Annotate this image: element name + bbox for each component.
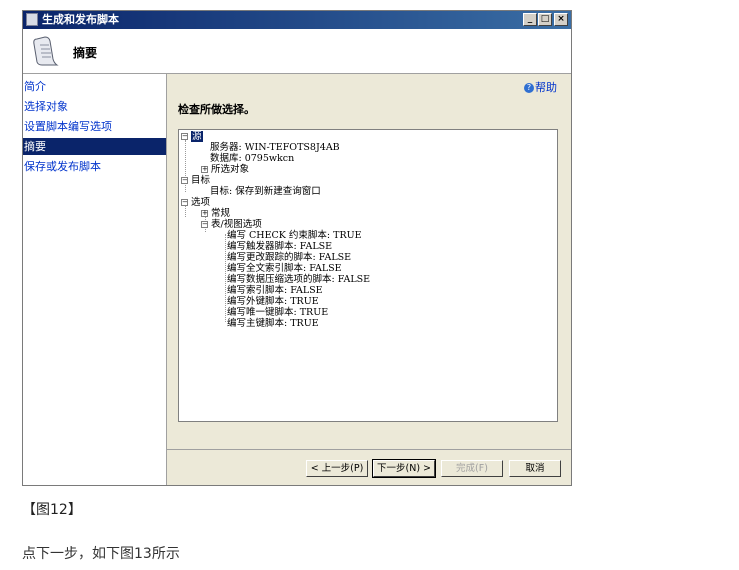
next-button[interactable]: 下一步(N) > — [372, 459, 436, 478]
window-title: 生成和发布脚本 — [42, 13, 119, 26]
tree-leaf: 编写外键脚本: TRUE — [227, 296, 319, 307]
tree-node-server: 服务器: WIN-TEFOTS8J4AB — [210, 142, 340, 153]
wizard-window: 生成和发布脚本 _ □ × 摘要 简介 选择对象 设置脚本编写选项 摘要 保存或… — [22, 10, 572, 486]
tree-leaf: 编写数据压缩选项的脚本: FALSE — [227, 274, 371, 285]
sidebar-item-save-or-publish[interactable]: 保存或发布脚本 — [23, 158, 166, 175]
tree-node-label: 源 — [191, 131, 203, 142]
title-bar[interactable]: 生成和发布脚本 _ □ × — [23, 11, 571, 29]
figure-caption: 【图12】 — [22, 502, 82, 518]
tree-node-target-detail: 目标: 保存到新建查询窗口 — [210, 186, 321, 197]
finish-button[interactable]: 完成(F) — [441, 460, 503, 477]
help-link[interactable]: ? 帮助 — [524, 79, 557, 95]
sidebar-item-intro[interactable]: 简介 — [23, 78, 166, 95]
header-band: 摘要 — [23, 29, 571, 74]
tree-leaf: 编写更改跟踪的脚本: FALSE — [227, 252, 352, 263]
tree-node-general[interactable]: + 常规 — [201, 208, 230, 219]
close-button[interactable]: × — [554, 13, 568, 26]
sidebar: 简介 选择对象 设置脚本编写选项 摘要 保存或发布脚本 — [23, 74, 167, 485]
sidebar-item-choose-objects[interactable]: 选择对象 — [23, 98, 166, 115]
tree-node-target[interactable]: − 目标 — [181, 175, 210, 186]
page-title: 摘要 — [73, 46, 98, 60]
footer-divider — [166, 449, 571, 450]
sidebar-item-summary[interactable]: 摘要 — [23, 138, 166, 155]
tree-node-options[interactable]: − 选项 — [181, 197, 210, 208]
prev-button[interactable]: < 上一步(P) — [306, 460, 368, 477]
help-icon: ? — [524, 83, 534, 93]
cancel-button[interactable]: 取消 — [509, 460, 561, 477]
tree-leaf: 编写主键脚本: TRUE — [227, 318, 319, 329]
sidebar-item-scripting-options[interactable]: 设置脚本编写选项 — [23, 118, 166, 135]
tree-node-selected-objects[interactable]: + 所选对象 — [201, 164, 249, 175]
body-text: 点下一步，如下图13所示 — [22, 546, 180, 562]
tree-leaf: 编写唯一键脚本: TRUE — [227, 307, 329, 318]
script-scroll-icon — [33, 36, 59, 66]
help-label: 帮助 — [535, 81, 557, 94]
collapse-icon[interactable]: − — [181, 133, 188, 140]
expand-icon[interactable]: + — [201, 210, 208, 217]
tree-leaf: 编写 CHECK 约束脚本: TRUE — [227, 230, 362, 241]
maximize-button[interactable]: □ — [538, 13, 552, 26]
expand-icon[interactable]: + — [201, 166, 208, 173]
collapse-icon[interactable]: − — [181, 177, 188, 184]
tree-node-source[interactable]: − 源 — [181, 131, 203, 142]
tree-node-database: 数据库: 0795wkcn — [210, 153, 295, 164]
section-title: 检查所做选择。 — [178, 103, 255, 116]
minimize-button[interactable]: _ — [523, 13, 537, 26]
tree-node-table-view-options[interactable]: − 表/视图选项 — [201, 219, 262, 230]
collapse-icon[interactable]: − — [201, 221, 208, 228]
tree-leaf: 编写触发器脚本: FALSE — [227, 241, 333, 252]
tree-leaf: 编写全文索引脚本: FALSE — [227, 263, 342, 274]
tree-leaf: 编写索引脚本: FALSE — [227, 285, 323, 296]
summary-tree[interactable]: − 源 服务器: WIN-TEFOTS8J4AB 数据库: 0795wkcn + 所… — [178, 129, 558, 422]
app-icon — [26, 13, 38, 26]
collapse-icon[interactable]: − — [181, 199, 188, 206]
